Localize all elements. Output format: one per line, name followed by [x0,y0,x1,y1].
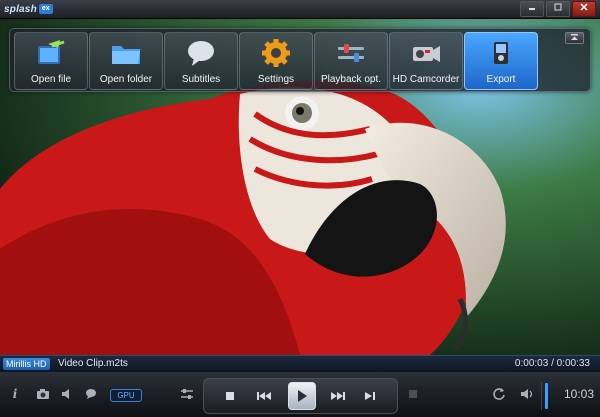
volume-button[interactable] [518,385,536,403]
clock: 10:03 [563,387,594,401]
frame-step-button[interactable] [360,387,380,405]
menu-item-subtitles[interactable]: Subtitles [164,32,238,90]
menu-label: HD Camcorder [392,74,460,85]
step-forward-icon [365,392,375,400]
menu-collapse-button[interactable] [565,32,584,44]
speaker-icon [62,389,69,399]
menu-label: Settings [257,74,295,85]
menu-label: Playback opt. [320,74,382,85]
repeat-icon [493,388,505,400]
menu-label: Export [486,74,516,85]
slider-icon [338,44,364,62]
equalizer-button[interactable] [178,385,196,403]
audio-track-button[interactable] [58,385,76,403]
play-button[interactable] [288,382,316,410]
window-buttons [520,1,596,17]
menu-item-hd-camcorder[interactable]: HD Camcorder [389,32,463,90]
open-file-icon [38,40,65,64]
record-button[interactable] [404,385,422,403]
stop-button[interactable] [220,387,240,405]
control-bar: i GPU 10:03 [0,372,600,417]
main-menu-panel: Open file Open folder Subtitles Settings [9,28,591,92]
app-logo: splash ex [4,2,53,16]
folder-icon [112,46,140,64]
info-bar: Mirillis HD Video Clip.m2ts 0:00:03 / 0:… [0,355,600,372]
menu-item-playback-options[interactable]: Playback opt. [314,32,388,90]
square-icon [409,390,417,398]
brand-label: Mirillis HD [3,358,50,370]
transport-controls [203,378,398,414]
speech-bubble-icon [188,41,214,66]
close-button[interactable] [572,1,596,17]
play-icon [298,390,307,402]
menu-item-open-file[interactable]: Open file [14,32,88,90]
maximize-button[interactable] [546,1,570,17]
camera-icon [37,389,49,399]
snapshot-button[interactable] [34,385,52,403]
logo-text: splash [4,3,37,15]
minimize-button[interactable] [520,1,544,17]
minimize-icon [529,8,535,10]
file-name: Video Clip.m2ts [58,358,128,369]
camcorder-icon [413,46,440,62]
gear-icon [262,39,290,67]
export-icon [494,42,508,64]
speech-bubble-icon [86,389,96,399]
menu-label: Subtitles [181,74,221,85]
stop-icon [226,392,234,400]
next-button[interactable] [328,387,348,405]
maximize-icon [554,3,562,11]
close-icon [580,3,588,11]
subtitles-button[interactable] [82,385,100,403]
skip-back-icon [257,392,271,400]
speaker-icon [521,389,533,399]
menu-label: Open file [30,74,72,85]
equalizer-icon [181,389,193,399]
logo-badge: ex [38,4,53,14]
collapse-icon [571,34,578,40]
gpu-badge[interactable]: GPU [110,389,142,402]
info-icon[interactable]: i [6,385,24,403]
menu-item-settings[interactable]: Settings [239,32,313,90]
menu-item-open-folder[interactable]: Open folder [89,32,163,90]
menu-label: Open folder [99,74,153,85]
skip-forward-icon [331,392,345,400]
menu-item-export[interactable]: Export [464,32,538,90]
volume-level [545,383,548,409]
previous-button[interactable] [254,387,274,405]
repeat-button[interactable] [490,385,508,403]
playback-time: 0:00:03 / 0:00:33 [514,358,590,369]
title-bar: splash ex [0,0,600,19]
